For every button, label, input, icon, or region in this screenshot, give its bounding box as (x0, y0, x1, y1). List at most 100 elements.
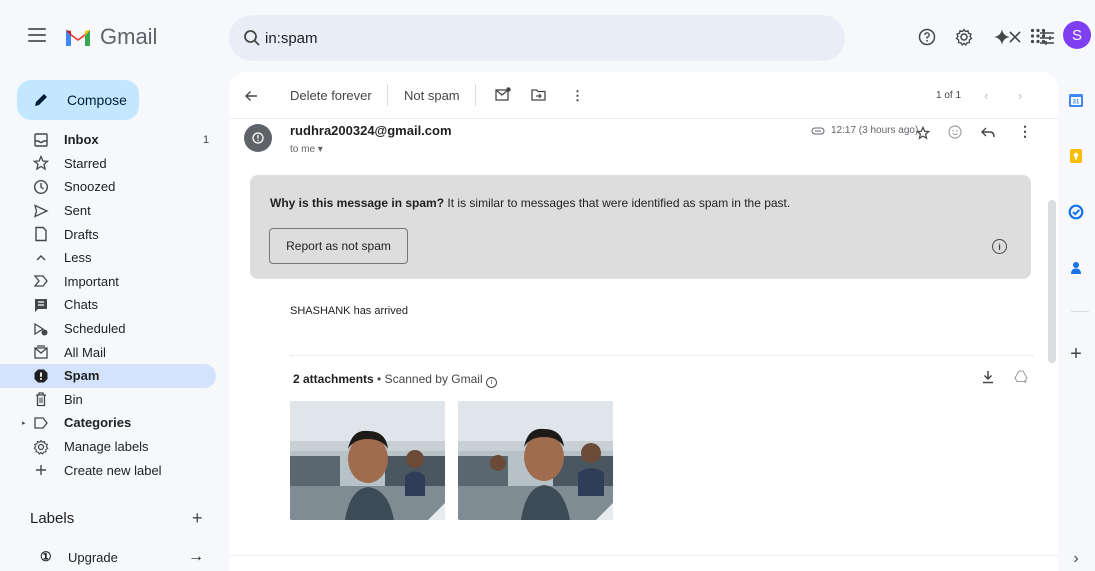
delete-forever-button[interactable]: Delete forever (290, 88, 372, 103)
upgrade-button[interactable]: ① Upgrade → (30, 545, 205, 569)
sidebar-item-label: Snoozed (64, 179, 116, 195)
side-panel-divider (1071, 311, 1089, 312)
sender-avatar[interactable] (244, 124, 272, 152)
not-spam-button[interactable]: Not spam (404, 88, 460, 103)
attachments-divider (290, 355, 1033, 356)
back-arrow-icon[interactable] (244, 89, 258, 103)
attachments-count: 2 attachments (293, 372, 374, 386)
emoji-react-icon[interactable] (948, 125, 962, 139)
report-not-spam-button[interactable]: Report as not spam (269, 228, 408, 264)
search-icon[interactable] (243, 29, 261, 47)
next-icon[interactable]: › (1018, 88, 1022, 103)
sidebar-item-chats[interactable]: Chats (0, 293, 216, 317)
sidebar-item-label: Chats (64, 297, 98, 313)
mark-unread-icon[interactable] (495, 87, 511, 101)
compose-button[interactable]: Compose (17, 80, 139, 120)
spam-question: Why is this message in spam? (270, 196, 445, 210)
main-menu-icon[interactable] (28, 28, 46, 42)
expand-panel-icon[interactable]: › (1066, 549, 1086, 569)
move-to-icon[interactable] (531, 88, 546, 101)
keep-icon[interactable] (1066, 146, 1086, 166)
expand-caret-icon[interactable]: ▸ (22, 419, 26, 427)
toolbar-divider-line (229, 118, 1058, 119)
star-message-icon[interactable] (916, 126, 930, 140)
search-input[interactable] (265, 27, 745, 49)
sidebar-item-drafts[interactable]: Drafts (0, 222, 216, 246)
help-icon[interactable] (918, 28, 936, 46)
sidebar-item-bin[interactable]: Bin (0, 388, 216, 412)
svg-text:31: 31 (1073, 100, 1080, 106)
sidebar-item-starred[interactable]: Starred (0, 152, 216, 176)
labels-heading: Labels (30, 510, 75, 527)
calendar-icon[interactable]: 31 (1066, 90, 1086, 110)
recipient-dropdown[interactable]: to me ▾ (290, 144, 323, 155)
sidebar-item-label: Drafts (64, 226, 99, 242)
top-bar: Gmail S (0, 0, 1095, 72)
info-small-icon[interactable]: i (485, 377, 497, 388)
message-more-icon[interactable]: ⋮ (1018, 123, 1032, 140)
sidebar-item-label: Scheduled (64, 321, 126, 337)
star-icon (33, 155, 49, 171)
add-addon-icon[interactable]: + (1066, 343, 1086, 365)
settings-gear-icon[interactable] (955, 28, 973, 46)
sidebar-item-categories[interactable]: ▸ Categories (0, 411, 216, 435)
unread-count: 1 (203, 133, 210, 146)
sidebar-item-spam[interactable]: Spam (0, 363, 216, 388)
photo-image (290, 401, 445, 520)
download-all-icon[interactable] (981, 370, 995, 384)
sidebar-item-label: Starred (64, 155, 107, 171)
info-icon[interactable]: i (992, 239, 1007, 254)
sidebar-item-label: Sent (64, 203, 91, 219)
pager-text: 1 of 1 (936, 90, 962, 101)
sidebar-item-manage-labels[interactable]: Manage labels (0, 435, 216, 459)
label-icon (34, 417, 48, 429)
recipient-label: to me (290, 144, 316, 155)
clock-icon (33, 179, 49, 194)
gmail-m-icon (66, 30, 90, 46)
time-text: 12:17 (3 hours ago) (831, 125, 919, 136)
sidebar-item-all-mail[interactable]: All Mail (0, 340, 216, 364)
prev-icon[interactable]: ‹ (984, 88, 988, 103)
reply-icon[interactable] (981, 127, 995, 139)
sidebar-item-inbox[interactable]: Inbox 1 (0, 128, 216, 152)
important-icon (33, 275, 48, 288)
sidebar-item-important[interactable]: Important (0, 270, 216, 294)
bin-icon (36, 392, 46, 407)
sender-email[interactable]: rudhra200324@gmail.com (290, 123, 452, 138)
sidebar-item-snoozed[interactable]: Snoozed (0, 175, 216, 199)
contacts-icon[interactable] (1066, 258, 1086, 278)
pencil-icon (35, 94, 47, 106)
sidebar-item-scheduled[interactable]: Scheduled (0, 317, 216, 341)
search-bar[interactable] (229, 15, 1054, 61)
message-pane: Delete forever Not spam ⋮ 1 of 1 ‹ › rud… (229, 72, 1058, 571)
gear-icon (33, 439, 49, 455)
sidebar-item-create-label[interactable]: Create new label (0, 458, 216, 482)
draft-icon (35, 226, 47, 242)
gmail-window: Gmail S Compose Inbox 1 Starred Sn (0, 0, 1095, 571)
chevron-up-icon (36, 254, 46, 261)
message-scrollbar[interactable] (1048, 200, 1056, 363)
gemini-sparkle-icon[interactable] (993, 28, 1011, 46)
sidebar-item-less[interactable]: Less (0, 246, 216, 270)
gmail-logo[interactable]: Gmail (64, 24, 157, 50)
scheduled-icon (34, 322, 48, 336)
spam-icon (34, 369, 48, 383)
message-body: SHASHANK has arrived (290, 305, 408, 317)
apps-grid-icon[interactable] (1030, 28, 1046, 44)
compose-label: Compose (67, 92, 127, 108)
save-to-drive-icon[interactable] (1014, 370, 1029, 384)
toolbar-divider (387, 84, 388, 106)
inbox-icon (34, 133, 48, 147)
spam-reason: It is similar to messages that were iden… (447, 196, 791, 210)
add-label-icon[interactable]: + (192, 508, 203, 529)
photo-image (458, 401, 613, 520)
attachment-thumbnail[interactable] (458, 401, 613, 520)
tasks-icon[interactable] (1066, 202, 1086, 222)
sidebar-item-label: Inbox (64, 132, 99, 148)
more-options-icon[interactable]: ⋮ (571, 88, 584, 104)
spam-explanation: Why is this message in spam? It is simil… (270, 196, 790, 210)
attachment-thumbnail[interactable] (290, 401, 445, 520)
account-avatar[interactable]: S (1063, 21, 1091, 49)
sidebar-item-label: All Mail (64, 344, 106, 360)
sidebar-item-sent[interactable]: Sent (0, 199, 216, 223)
